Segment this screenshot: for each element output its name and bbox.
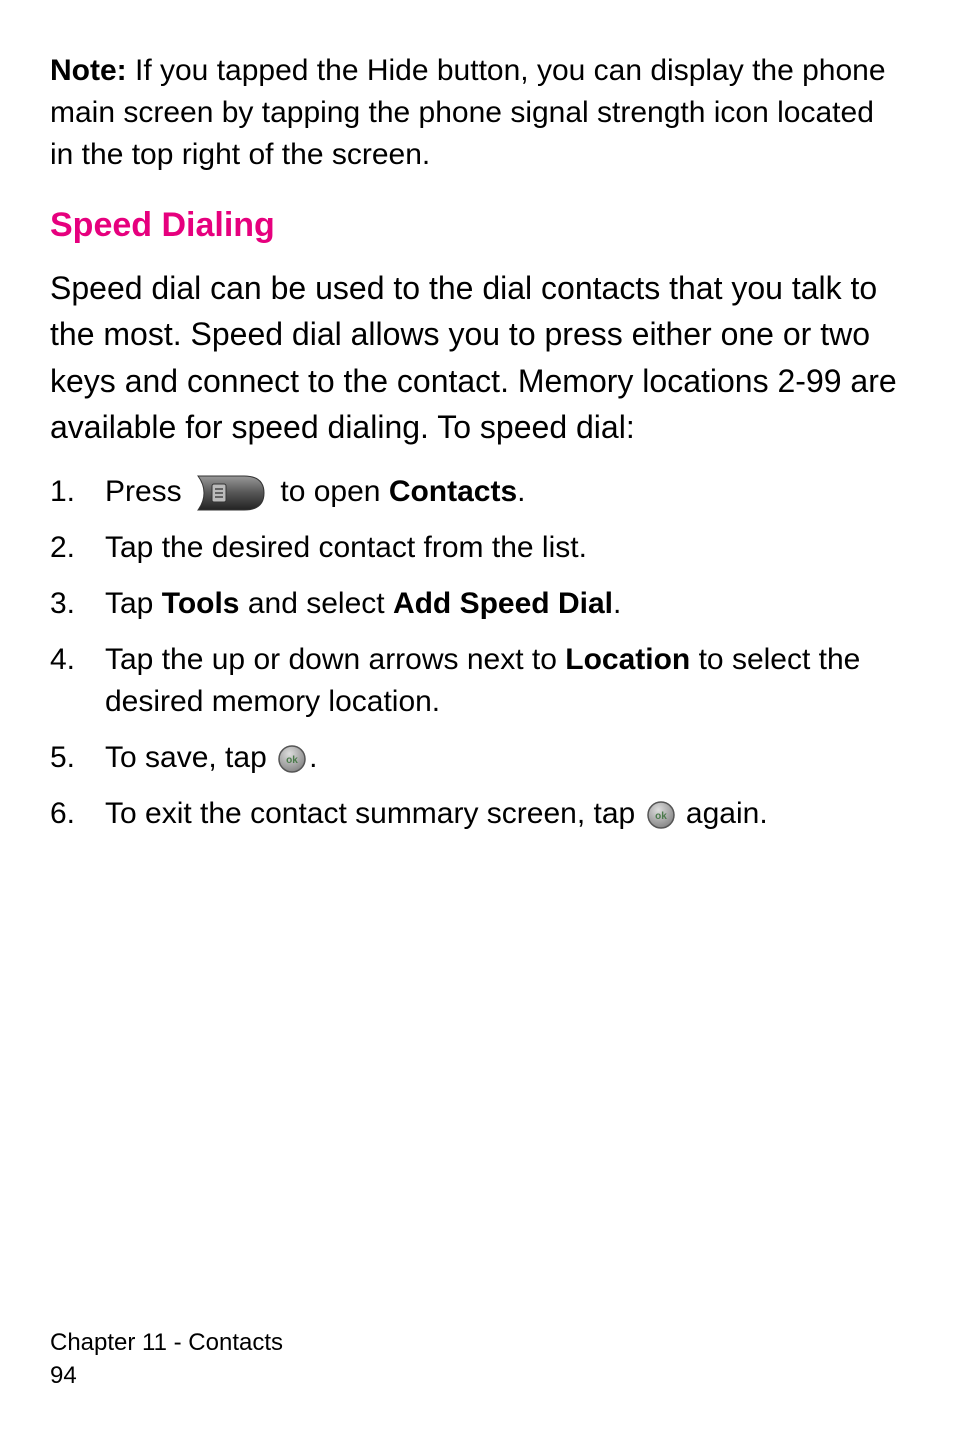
svg-text:ok: ok [655, 811, 667, 822]
page-content: Note: If you tapped the Hide button, you… [50, 50, 904, 1326]
step-number: 5. [50, 737, 105, 779]
step-number: 2. [50, 527, 105, 569]
step-text: Tap the up or down arrows next to [105, 643, 565, 676]
svg-text:ok: ok [286, 755, 298, 766]
step-content: Tap the up or down arrows next to Locati… [105, 639, 904, 723]
step-text: Tap [105, 587, 162, 620]
step-text: To save, tap [105, 741, 275, 774]
step-text: and select [240, 587, 393, 620]
step-text: To exit the contact summary screen, tap [105, 797, 644, 830]
step-text: to open [280, 475, 388, 508]
step-5: 5. To save, tap ok . [50, 737, 904, 779]
step-text: again. [678, 797, 768, 830]
step-6: 6. To exit the contact summary screen, t… [50, 793, 904, 835]
step-number: 6. [50, 793, 105, 835]
step-content: Press [105, 471, 904, 513]
step-4: 4. Tap the up or down arrows next to Loc… [50, 639, 904, 723]
ok-button-icon: ok [646, 800, 676, 830]
step-number: 4. [50, 639, 105, 681]
step-text: . [309, 741, 317, 774]
note-label: Note: [50, 54, 127, 87]
note-text: If you tapped the Hide button, you can d… [50, 54, 886, 171]
step-bold: Tools [162, 587, 240, 620]
step-text: Press [105, 475, 190, 508]
step-2: 2. Tap the desired contact from the list… [50, 527, 904, 569]
step-bold: Contacts [389, 475, 517, 508]
steps-list: 1. Press [50, 471, 904, 835]
step-bold: Add Speed Dial [393, 587, 613, 620]
step-bold: Location [565, 643, 690, 676]
step-number: 1. [50, 471, 105, 513]
step-content: To exit the contact summary screen, tap … [105, 793, 904, 835]
step-text: Tap the desired contact from the list. [105, 527, 904, 569]
section-heading: Speed Dialing [50, 206, 904, 245]
page-footer: Chapter 11 - Contacts 94 [50, 1326, 904, 1393]
step-text: . [613, 587, 621, 620]
contacts-key-icon [196, 474, 266, 512]
step-3: 3. Tap Tools and select Add Speed Dial. [50, 583, 904, 625]
step-text: . [517, 475, 525, 508]
step-number: 3. [50, 583, 105, 625]
page-number: 94 [50, 1359, 904, 1393]
ok-button-icon: ok [277, 744, 307, 774]
intro-paragraph: Speed dial can be used to the dial conta… [50, 265, 904, 451]
step-content: Tap Tools and select Add Speed Dial. [105, 583, 904, 625]
chapter-label: Chapter 11 - Contacts [50, 1326, 904, 1360]
step-1: 1. Press [50, 471, 904, 513]
note-paragraph: Note: If you tapped the Hide button, you… [50, 50, 904, 176]
step-content: To save, tap ok . [105, 737, 904, 779]
